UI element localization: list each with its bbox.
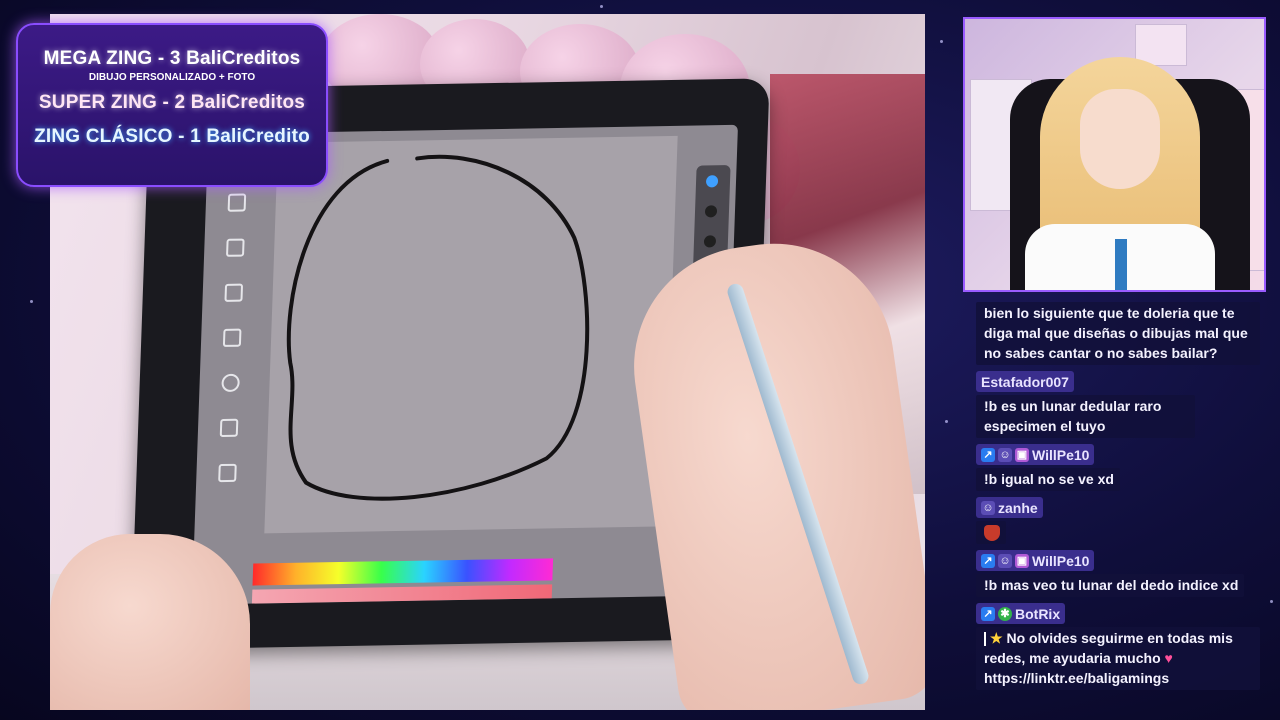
streamer-webcam bbox=[963, 17, 1266, 292]
chat-username-chip[interactable]: ↗ ✱ BotRix bbox=[976, 603, 1066, 624]
chat-username[interactable]: Estafador007 bbox=[976, 371, 1074, 392]
verified-badge-icon: ↗ bbox=[981, 447, 995, 462]
saturation-slider bbox=[251, 584, 553, 604]
sparkle bbox=[945, 420, 948, 423]
chat-message: Estafador007 !b es un lunar dedular raro… bbox=[976, 371, 1266, 438]
mega-zing-title: MEGA ZING - 3 BaliCreditos bbox=[43, 48, 301, 69]
chat-message: ↗ ✱ BotRix ★ No olvides seguirme en toda… bbox=[976, 603, 1266, 690]
mega-zing-subtitle: DIBUJO PERSONALIZADO + FOTO bbox=[88, 72, 256, 83]
chat-username: zanhe bbox=[998, 499, 1038, 516]
chat-panel: bien lo siguiente que te doleria que te … bbox=[976, 302, 1266, 714]
select-tool-icon bbox=[224, 283, 244, 302]
chat-message-text: !b igual no se ve xd bbox=[976, 468, 1120, 491]
color-swatch bbox=[705, 175, 719, 188]
chat-message-emote bbox=[976, 521, 1006, 544]
sparkle bbox=[30, 300, 33, 303]
chat-message-text: ★ No olvides seguirme en todas mis redes… bbox=[976, 627, 1260, 690]
fill-tool-icon bbox=[222, 328, 242, 347]
color-swatch bbox=[703, 235, 717, 248]
chat-message: bien lo siguiente que te doleria que te … bbox=[976, 302, 1266, 365]
zing-clasico-title: ZING CLÁSICO - 1 BaliCredito bbox=[34, 126, 310, 147]
chat-username-chip[interactable]: ↗ ☺ ▣ WillPe10 bbox=[976, 550, 1095, 571]
chat-username-chip[interactable]: ↗ ☺ ▣ WillPe10 bbox=[976, 444, 1095, 465]
color-swatch bbox=[704, 205, 718, 218]
chat-message-link[interactable]: https://linktr.ee/baligamings bbox=[984, 670, 1169, 686]
moderator-badge-icon: ☺ bbox=[981, 500, 995, 515]
zing-promo-banner: MEGA ZING - 3 BaliCreditos DIBUJO PERSON… bbox=[16, 23, 328, 187]
shape-tool-icon bbox=[218, 463, 237, 483]
chat-message: ↗ ☺ ▣ WillPe10 !b mas veo tu lunar del d… bbox=[976, 550, 1266, 597]
chat-message-text: bien lo siguiente que te doleria que te … bbox=[976, 302, 1260, 365]
chat-message-body: No olvides seguirme en todas mis redes, … bbox=[984, 630, 1233, 666]
hue-slider bbox=[252, 558, 554, 586]
eraser-tool-icon bbox=[219, 418, 239, 438]
sparkle bbox=[940, 40, 943, 43]
gift-badge-icon: ▣ bbox=[1015, 447, 1029, 462]
heart-icon: ♥ bbox=[1164, 650, 1173, 666]
left-hand bbox=[50, 534, 250, 710]
streamer-face bbox=[1080, 89, 1160, 189]
chat-message-text: !b es un lunar dedular raro especimen el… bbox=[976, 395, 1195, 438]
streamer-tie bbox=[1115, 239, 1127, 290]
verified-badge-icon: ↗ bbox=[981, 553, 995, 568]
left-toolbar bbox=[198, 193, 266, 534]
moderator-badge-icon: ☺ bbox=[998, 553, 1012, 568]
chat-username: WillPe10 bbox=[1032, 446, 1090, 463]
chat-message: ☺ zanhe bbox=[976, 497, 1266, 544]
chat-message-text: !b mas veo tu lunar del dedo indice xd bbox=[976, 574, 1245, 597]
layer-tool-icon bbox=[226, 238, 245, 257]
moderator-badge-icon: ☺ bbox=[998, 447, 1012, 462]
ellipse-tool-icon bbox=[221, 373, 240, 393]
chat-username-chip[interactable]: ☺ zanhe bbox=[976, 497, 1043, 518]
text-bar-icon bbox=[984, 632, 986, 647]
drawing-canvas bbox=[264, 135, 678, 534]
bot-badge-icon: ✱ bbox=[998, 606, 1012, 621]
sketch-outline bbox=[286, 154, 590, 501]
sparkle bbox=[1270, 600, 1273, 603]
chat-username: BotRix bbox=[1015, 605, 1061, 622]
chat-message: ↗ ☺ ▣ WillPe10 !b igual no se ve xd bbox=[976, 444, 1266, 491]
gift-badge-icon: ▣ bbox=[1015, 553, 1029, 568]
super-zing-title: SUPER ZING - 2 BaliCreditos bbox=[38, 92, 306, 113]
chat-username: WillPe10 bbox=[1032, 552, 1090, 569]
star-icon: ★ bbox=[990, 630, 1003, 646]
verified-badge-icon: ↗ bbox=[981, 606, 995, 621]
mask-emote-icon bbox=[984, 525, 1000, 542]
sparkle bbox=[600, 5, 603, 8]
brush-tool-icon bbox=[227, 193, 247, 212]
